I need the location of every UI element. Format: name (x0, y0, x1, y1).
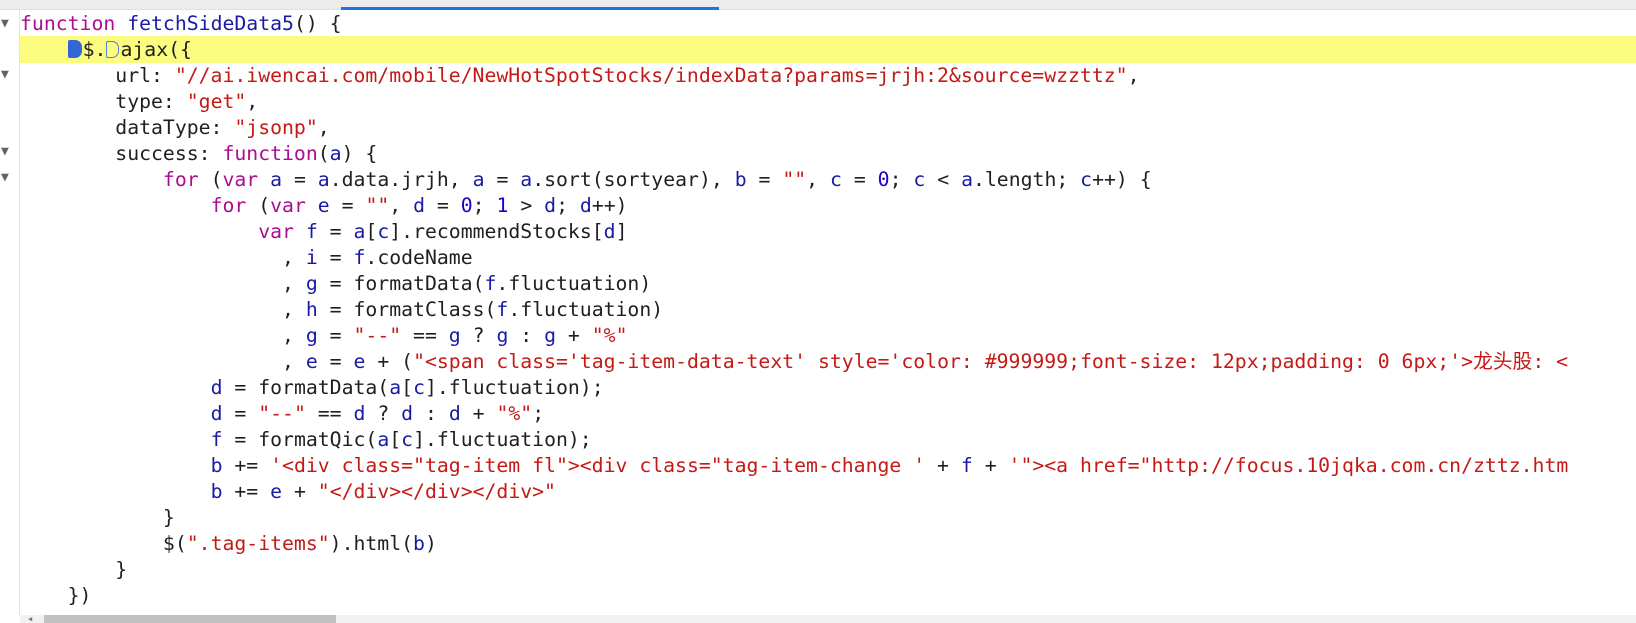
code-line-paused: $. ajax({ (20, 36, 1636, 63)
code-line: f = formatQic(a[c].fluctuation); (210, 428, 592, 451)
fold-toggle-icon[interactable]: ▼ (1, 16, 9, 32)
code-line: , i = f.codeName (282, 246, 473, 269)
fold-toggle-icon[interactable]: ▼ (1, 170, 9, 186)
code-line: url: "//ai.iwencai.com/mobile/NewHotSpot… (115, 64, 1140, 87)
scrollbar-thumb[interactable] (44, 615, 336, 623)
code-line: d = formatData(a[c].fluctuation); (210, 376, 604, 399)
code-line: var f = a[c].recommendStocks[d] (258, 220, 628, 243)
line-gutter: ▼ ▼ ▼ ▼ (0, 10, 20, 615)
fold-toggle-icon[interactable]: ▼ (1, 144, 9, 160)
breakpoint-hollow-icon[interactable] (106, 41, 120, 58)
code-line: dataType: "jsonp", (115, 116, 330, 139)
code-line: }) (67, 584, 92, 607)
code-line: , g = formatData(f.fluctuation) (282, 272, 652, 295)
code-line: , h = formatClass(f.fluctuation) (282, 298, 664, 321)
code-line: for (var a = a.data.jrjh, a = a.sort(sor… (162, 168, 1152, 191)
code-line: function fetchSideData5() { (20, 12, 342, 35)
code-line: , e = e + ("<span class='tag-item-data-t… (282, 350, 1569, 373)
fold-toggle-icon[interactable]: ▼ (1, 67, 9, 83)
code-line: d = "--" == d ? d : d + "%"; (210, 402, 545, 425)
code-line: type: "get", (115, 90, 259, 113)
top-tab-bar (0, 0, 1636, 10)
code-line: , g = "--" == g ? g : g + "%" (282, 324, 628, 347)
code-line: $(".tag-items").html(b) (162, 532, 437, 555)
horizontal-scrollbar[interactable]: ◀ (20, 615, 1636, 623)
code-line: b += e + "</div></div></div>" (210, 480, 556, 503)
breakpoint-solid-icon[interactable] (67, 40, 82, 58)
code-line: for (var e = "", d = 0; 1 > d; d++) (210, 194, 628, 217)
code-line: b += '<div class="tag-item fl"><div clas… (210, 454, 1569, 477)
code-line: } (162, 506, 175, 529)
code-editor[interactable]: function fetchSideData5() { $. ajax({ url… (20, 10, 1636, 615)
code-line: } (115, 558, 128, 581)
code-line: success: function(a) { (115, 142, 378, 165)
scroll-left-arrow-icon[interactable]: ◀ (28, 615, 32, 623)
